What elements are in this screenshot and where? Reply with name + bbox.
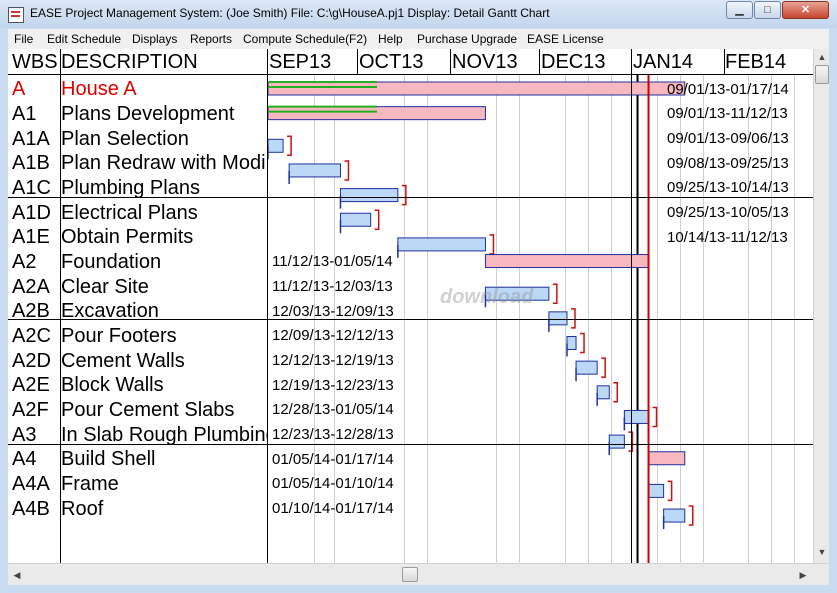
watermark-logo: download (440, 286, 534, 308)
date-range-label: 09/25/13-10/14/13 (667, 179, 789, 196)
scroll-down-icon[interactable]: ▼ (815, 545, 829, 559)
date-range-label: 10/14/13-11/12/13 (667, 229, 788, 246)
menu-bar: File Edit Schedule Displays Reports Comp… (8, 29, 829, 49)
task-bar (566, 336, 577, 350)
summary-bar (267, 106, 486, 121)
title-bar: EASE Project Management System: (Joe Smi… (0, 0, 837, 28)
close-button[interactable]: ✕ (782, 1, 829, 19)
vertical-scrollbar[interactable]: ▲ ▼ (813, 49, 829, 563)
task-bar (288, 163, 341, 178)
window-title: EASE Project Management System: (Joe Smi… (30, 6, 550, 20)
group-divider (8, 319, 813, 320)
task-bar (339, 212, 372, 227)
date-range-label: 11/12/13-12/03/13 (272, 278, 393, 295)
column-divider (267, 49, 268, 563)
task-bar (648, 483, 665, 498)
slack-bracket (613, 382, 619, 403)
slack-bracket (667, 480, 673, 502)
gantt-chart-area: WBS DESCRIPTION SEP13 OCT13 NOV13 DEC13 … (8, 49, 829, 585)
slack-bracket (374, 209, 380, 230)
maximize-button[interactable]: □ (754, 1, 781, 19)
month-divider (357, 49, 358, 74)
task-bar (663, 508, 686, 523)
date-range-label: 09/01/13-01/17/14 (667, 81, 789, 98)
vertical-scroll-thumb[interactable] (815, 65, 829, 84)
scroll-right-icon[interactable]: ▶ (796, 568, 810, 582)
slack-bracket (688, 505, 694, 526)
scroll-left-icon[interactable]: ◀ (10, 568, 24, 582)
menu-edit-schedule[interactable]: Edit Schedule (47, 32, 121, 46)
menu-displays[interactable]: Displays (132, 32, 177, 46)
task-bar (267, 138, 284, 153)
horizontal-scroll-thumb[interactable] (402, 567, 418, 582)
month-divider (631, 49, 632, 563)
date-range-label: 12/09/13-12/12/13 (272, 327, 394, 344)
slack-bracket (580, 332, 585, 354)
group-divider (8, 444, 813, 445)
date-range-label: 12/23/13-12/28/13 (272, 426, 394, 443)
task-bar (575, 360, 598, 375)
date-range-label: 09/01/13-11/12/13 (667, 105, 788, 122)
slack-bracket (287, 135, 292, 157)
date-range-label: 01/05/14-01/10/14 (272, 475, 394, 492)
scroll-up-icon[interactable]: ▲ (815, 50, 829, 64)
date-range-label: 09/01/13-09/06/13 (667, 130, 789, 147)
gantt-bars (267, 74, 694, 563)
menu-file[interactable]: File (14, 32, 33, 46)
summary-bar (648, 451, 686, 466)
month-divider (724, 49, 725, 74)
summary-bar (267, 81, 686, 96)
header-divider (8, 74, 813, 75)
app-icon[interactable] (8, 7, 24, 23)
task-bar (397, 237, 486, 252)
menu-compute-schedule[interactable]: Compute Schedule(F2) (243, 32, 367, 46)
group-divider (8, 197, 813, 198)
slack-bracket (601, 357, 606, 378)
menu-help[interactable]: Help (378, 32, 403, 46)
date-range-label: 01/05/14-01/17/14 (272, 451, 394, 468)
slack-bracket (652, 406, 658, 428)
date-range-label: 12/12/13-12/19/13 (272, 352, 394, 369)
month-divider (539, 49, 540, 74)
task-bar (623, 409, 650, 424)
date-range-label: 12/28/13-01/05/14 (272, 401, 394, 418)
date-range-label: 09/08/13-09/25/13 (667, 155, 789, 172)
menu-reports[interactable]: Reports (190, 32, 232, 46)
task-bar (339, 188, 399, 203)
column-divider (60, 49, 61, 563)
month-divider (450, 49, 451, 74)
date-range-label: 09/25/13-10/05/13 (667, 204, 789, 221)
slack-bracket (489, 234, 495, 255)
minimize-button[interactable]: ▁ (726, 1, 753, 19)
summary-bar (484, 254, 650, 269)
date-range-label: 11/12/13-01/05/14 (272, 253, 393, 270)
task-bar (596, 385, 610, 400)
menu-ease-license[interactable]: EASE License (527, 32, 604, 46)
menu-purchase-upgrade[interactable]: Purchase Upgrade (417, 32, 517, 46)
task-bar (608, 434, 625, 449)
date-range-label: 01/10/14-01/17/14 (272, 500, 394, 517)
date-range-label: 12/19/13-12/23/13 (272, 377, 394, 394)
slack-bracket (401, 184, 407, 206)
slack-bracket (552, 283, 558, 304)
horizontal-scrollbar[interactable]: ◀ ▶ (8, 563, 829, 585)
slack-bracket (344, 160, 350, 181)
